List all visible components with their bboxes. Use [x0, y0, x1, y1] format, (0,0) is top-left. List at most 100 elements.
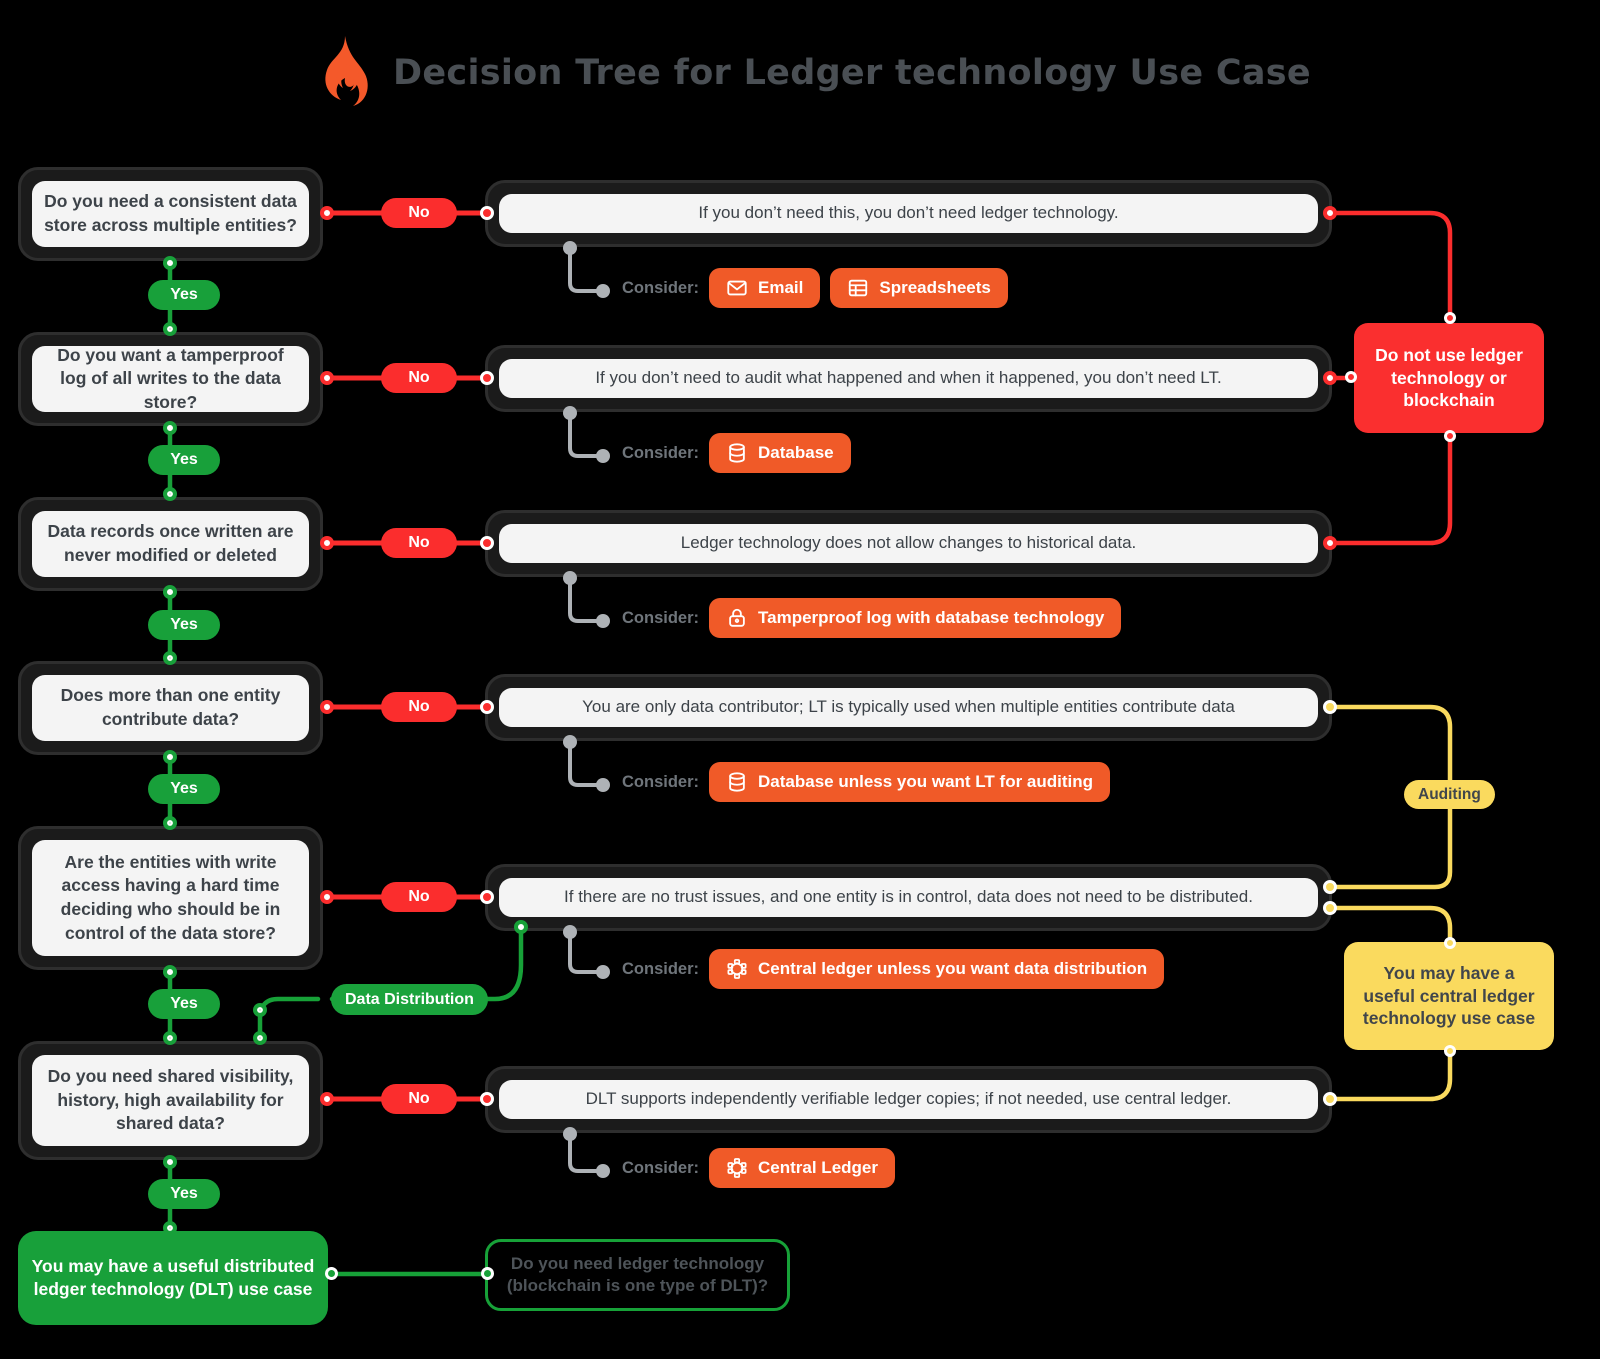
edge-label-auditing: Auditing [1404, 780, 1495, 809]
port-dot [163, 750, 177, 764]
port-dot [596, 284, 610, 298]
port-dot [163, 322, 177, 336]
outcome-node-1[interactable]: If you don’t need this, you don’t need l… [485, 180, 1332, 247]
question-text: Are the entities with write access havin… [32, 840, 309, 956]
port-dot [563, 925, 577, 939]
port-dot [325, 1267, 338, 1280]
question-node-5[interactable]: Are the entities with write access havin… [18, 826, 323, 970]
port-dot [480, 890, 494, 904]
edge-label-no-2: No [381, 363, 457, 393]
edge-label-no-3: No [381, 528, 457, 558]
terminal-text: You may have a useful central ledger tec… [1362, 962, 1536, 1029]
edge-label-text: Yes [170, 286, 198, 303]
question-node-1[interactable]: Do you need a consistent data store acro… [18, 167, 323, 261]
port-dot [253, 1031, 267, 1045]
edge-label-yes-5: Yes [148, 989, 220, 1019]
question-node-3[interactable]: Data records once written are never modi… [18, 497, 323, 591]
edge-label-yes-1: Yes [148, 280, 220, 310]
port-dot [1345, 371, 1357, 383]
question-node-2[interactable]: Do you want a tamperproof log of all wri… [18, 332, 323, 426]
port-dot [163, 816, 177, 830]
port-dot [480, 1092, 494, 1106]
edge-label-yes-2: Yes [148, 445, 220, 475]
outcome-node-3[interactable]: Ledger technology does not allow changes… [485, 510, 1332, 577]
port-dot [480, 536, 494, 550]
port-dot [563, 406, 577, 420]
outcome-text: If you don’t need this, you don’t need l… [499, 194, 1318, 233]
table-icon [847, 277, 869, 299]
terminal-central-ledger[interactable]: You may have a useful central ledger tec… [1344, 942, 1554, 1050]
consider-chip-spreadsheets[interactable]: Spreadsheets [830, 268, 1008, 308]
network-icon [726, 958, 748, 980]
outcome-text: DLT supports independently verifiable le… [499, 1080, 1318, 1119]
port-dot [253, 1003, 267, 1017]
outcome-node-6[interactable]: DLT supports independently verifiable le… [485, 1066, 1332, 1133]
consider-row-3: Consider: Tamperproof log with database … [622, 598, 1122, 638]
outcome-text: If you don’t need to audit what happened… [499, 359, 1318, 398]
port-dot [1323, 901, 1337, 915]
consider-label: Consider: [622, 1158, 700, 1177]
port-dot [480, 700, 494, 714]
consider-row-4: Consider: Database unless you want LT fo… [622, 762, 1111, 802]
consider-chip-label: Central ledger unless you want data dist… [758, 959, 1148, 978]
terminal-no-ledger[interactable]: Do not use ledger technology or blockcha… [1354, 323, 1544, 433]
port-dot [163, 965, 177, 979]
outcome-node-2[interactable]: If you don’t need to audit what happened… [485, 345, 1332, 412]
edge-label-text: No [408, 1090, 430, 1107]
port-dot [1444, 1045, 1456, 1057]
consider-chip-database[interactable]: Database [709, 433, 851, 473]
edge-label-text: No [408, 534, 430, 551]
outcome-text: Ledger technology does not allow changes… [499, 524, 1318, 563]
port-dot [163, 585, 177, 599]
port-dot [596, 614, 610, 628]
port-dot [1444, 312, 1456, 324]
outcome-node-5[interactable]: If there are no trust issues, and one en… [485, 864, 1332, 931]
port-dot [1323, 700, 1337, 714]
port-dot [1444, 430, 1456, 442]
port-dot [596, 449, 610, 463]
question-node-4[interactable]: Does more than one entity contribute dat… [18, 661, 323, 755]
terminal-text: Do not use ledger technology or blockcha… [1375, 344, 1523, 411]
consider-chip-central-ledger[interactable]: Central Ledger [709, 1148, 895, 1188]
consider-chip-tamperproof-log[interactable]: Tamperproof log with database technology [709, 598, 1122, 638]
edge-label-text: Yes [170, 451, 198, 468]
consider-chip-email[interactable]: Email [709, 268, 821, 308]
port-dot [514, 920, 528, 934]
edge-label-no-4: No [381, 692, 457, 722]
question-node-6[interactable]: Do you need shared visibility, history, … [18, 1041, 323, 1160]
question-text: Do you need shared visibility, history, … [32, 1055, 309, 1146]
consider-chip-label: Database unless you want LT for auditing [758, 772, 1094, 791]
consider-chip-database-auditing[interactable]: Database unless you want LT for auditing [709, 762, 1111, 802]
port-dot [1323, 371, 1337, 385]
edge-label-no-5: No [381, 882, 457, 912]
terminal-dlt[interactable]: You may have a useful distributed ledger… [18, 1231, 328, 1325]
port-dot [163, 651, 177, 665]
port-dot [320, 700, 334, 714]
edge-label-yes-6: Yes [148, 1179, 220, 1209]
terminal-text: You may have a useful distributed ledger… [31, 1256, 315, 1299]
port-dot [596, 778, 610, 792]
question-text: Data records once written are never modi… [32, 511, 309, 577]
page-title: Decision Tree for Ledger technology Use … [393, 53, 1311, 93]
edge-label-text: No [408, 888, 430, 905]
consider-chip-central-ledger-distribution[interactable]: Central ledger unless you want data dist… [709, 949, 1165, 989]
consider-chip-label: Database [758, 443, 834, 462]
port-dot [563, 241, 577, 255]
network-icon [726, 1157, 748, 1179]
port-dot [163, 487, 177, 501]
edge-label-text: No [408, 369, 430, 386]
consider-chip-label: Spreadsheets [879, 278, 991, 297]
question-text: Do you need a consistent data store acro… [32, 181, 309, 247]
outcome-node-4[interactable]: You are only data contributor; LT is typ… [485, 674, 1332, 741]
consider-label: Consider: [622, 608, 700, 627]
database-icon [726, 771, 748, 793]
consider-chip-label: Central Ledger [758, 1158, 878, 1177]
port-dot [320, 536, 334, 550]
terminal-footer-question[interactable]: Do you need ledger technology (blockchai… [485, 1239, 790, 1311]
port-dot [1323, 206, 1337, 220]
port-dot [320, 206, 334, 220]
consider-row-5: Consider: Central ledger unless you want… [622, 949, 1165, 989]
port-dot [1323, 536, 1337, 550]
edge-label-text: Yes [170, 616, 198, 633]
port-dot [1323, 1092, 1337, 1106]
